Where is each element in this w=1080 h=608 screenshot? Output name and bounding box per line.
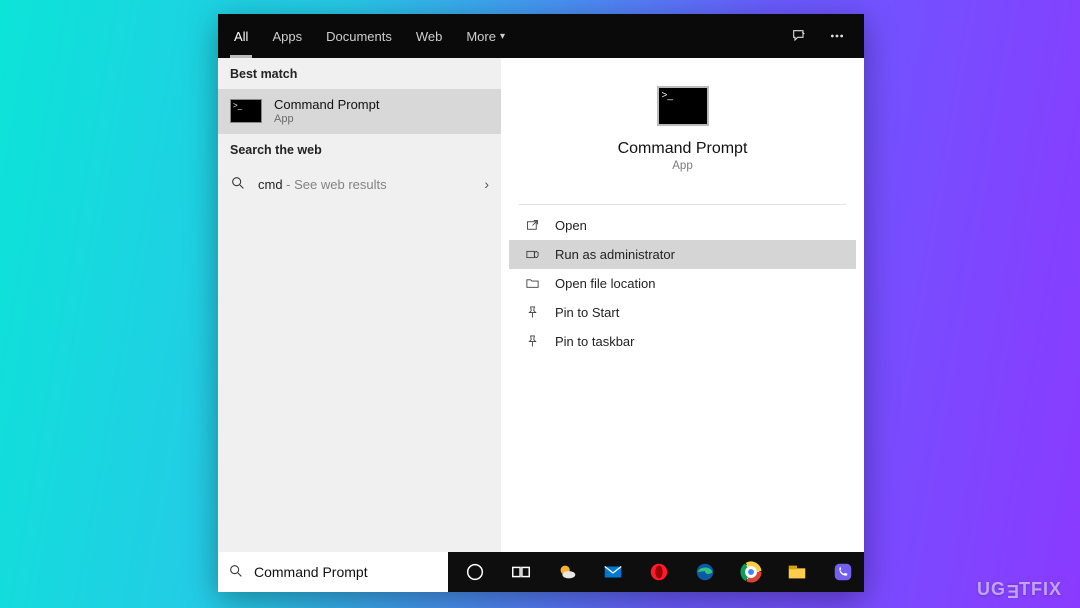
- scope-tabs: All Apps Documents Web More ▾: [222, 14, 517, 58]
- folder-icon: [523, 276, 541, 291]
- action-run-as-administrator[interactable]: Run as administrator: [509, 240, 856, 269]
- chevron-down-icon: ▾: [500, 31, 505, 42]
- action-pin-to-taskbar[interactable]: Pin to taskbar: [509, 327, 856, 356]
- search-icon: [228, 563, 244, 582]
- more-options-icon[interactable]: [820, 19, 854, 53]
- web-query: cmd: [258, 177, 283, 192]
- best-match-subtitle: App: [274, 113, 379, 125]
- command-prompt-large-icon: [657, 86, 709, 126]
- feedback-icon[interactable]: [782, 19, 816, 53]
- taskbar-edge-icon[interactable]: [684, 552, 726, 592]
- taskbar-weather-icon[interactable]: [546, 552, 588, 592]
- action-label: Pin to Start: [555, 305, 619, 320]
- command-prompt-icon: [230, 99, 262, 123]
- taskbar-viber-icon[interactable]: [822, 552, 864, 592]
- taskbar-opera-icon[interactable]: [638, 552, 680, 592]
- search-topbar: All Apps Documents Web More ▾: [218, 14, 864, 58]
- section-header-web: Search the web: [218, 134, 501, 165]
- tab-apps[interactable]: Apps: [260, 14, 314, 58]
- taskbar-explorer-icon[interactable]: [776, 552, 818, 592]
- topbar-right: [782, 19, 860, 53]
- tab-all[interactable]: All: [222, 14, 260, 58]
- tab-documents[interactable]: Documents: [314, 14, 404, 58]
- pin-icon: [523, 334, 541, 349]
- search-box[interactable]: [218, 552, 448, 592]
- bottom-bar: [218, 552, 864, 592]
- taskbar-chrome-icon[interactable]: [730, 552, 772, 592]
- pin-icon: [523, 305, 541, 320]
- action-label: Open: [555, 218, 587, 233]
- best-match-text: Command Prompt App: [274, 98, 379, 125]
- preview-title: Command Prompt: [618, 140, 748, 158]
- watermark: UGETFIX: [977, 579, 1062, 600]
- taskbar-mail-icon[interactable]: [592, 552, 634, 592]
- action-label: Run as administrator: [555, 247, 675, 262]
- best-match-item[interactable]: Command Prompt App: [218, 89, 501, 134]
- tab-web[interactable]: Web: [404, 14, 455, 58]
- preview-pane: Command Prompt App Open Run as administr…: [501, 58, 864, 552]
- web-suffix: - See web results: [283, 177, 387, 192]
- search-icon: [230, 175, 246, 194]
- section-header-best-match: Best match: [218, 58, 501, 89]
- tab-more-label: More: [466, 29, 496, 44]
- web-result-text: cmd - See web results: [258, 177, 387, 192]
- taskbar-taskview-icon[interactable]: [500, 552, 542, 592]
- divider: [519, 204, 846, 205]
- web-result-item[interactable]: cmd - See web results ›: [218, 165, 501, 204]
- chevron-right-icon: ›: [484, 176, 489, 192]
- search-input[interactable]: [254, 564, 438, 580]
- results-body: Best match Command Prompt App Search the…: [218, 58, 864, 552]
- action-label: Open file location: [555, 276, 655, 291]
- taskbar-cortana-icon[interactable]: [454, 552, 496, 592]
- action-pin-to-start[interactable]: Pin to Start: [509, 298, 856, 327]
- action-open-file-location[interactable]: Open file location: [509, 269, 856, 298]
- search-window: All Apps Documents Web More ▾ Best match: [218, 14, 864, 592]
- best-match-title: Command Prompt: [274, 98, 379, 113]
- preview-header: Command Prompt App: [501, 58, 864, 190]
- results-list: Best match Command Prompt App Search the…: [218, 58, 501, 552]
- admin-shield-icon: [523, 247, 541, 262]
- action-open[interactable]: Open: [509, 211, 856, 240]
- action-label: Pin to taskbar: [555, 334, 635, 349]
- tab-more[interactable]: More ▾: [454, 14, 517, 58]
- taskbar: [448, 552, 864, 592]
- preview-subtitle: App: [672, 160, 692, 172]
- action-list: Open Run as administrator Open file loca…: [501, 209, 864, 358]
- open-icon: [523, 218, 541, 233]
